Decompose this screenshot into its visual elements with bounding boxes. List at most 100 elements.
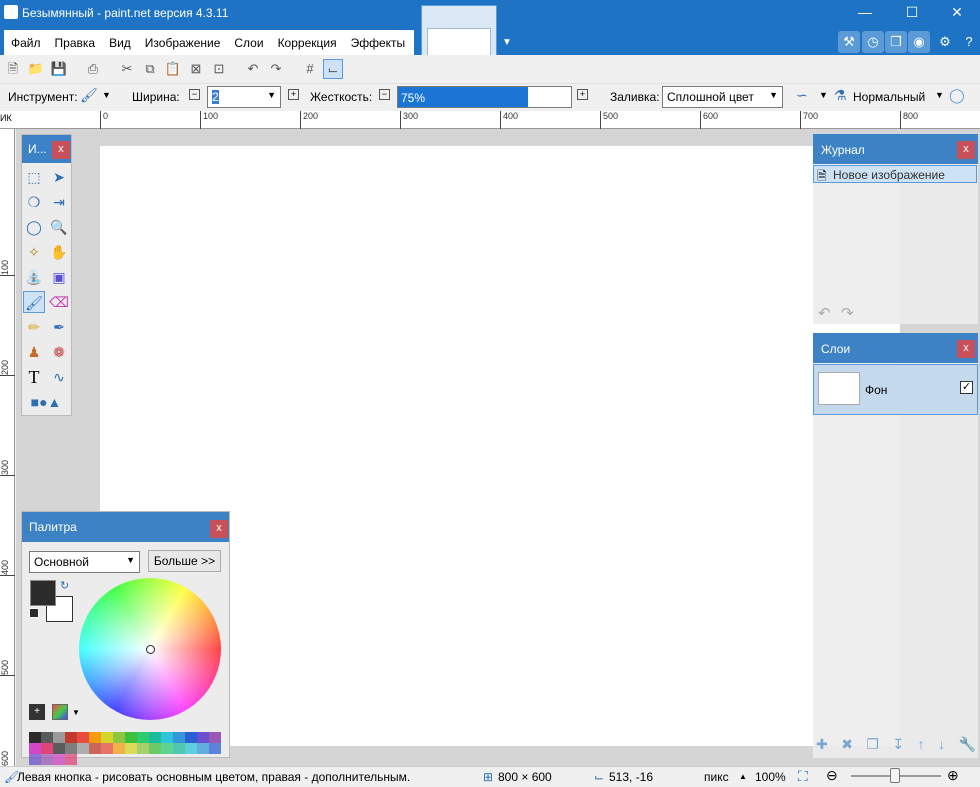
palette-swatch[interactable] — [125, 743, 137, 754]
tools-close-button[interactable]: x — [52, 141, 70, 159]
zoom-out-icon[interactable]: ⊖ — [826, 767, 838, 784]
menu-image[interactable]: Изображение — [138, 36, 228, 50]
menu-adjustments[interactable]: Коррекция — [271, 36, 344, 50]
palette-swatch[interactable] — [197, 743, 209, 754]
reset-colors-icon[interactable] — [29, 608, 39, 618]
palette-swatch[interactable] — [161, 743, 173, 754]
brush-tool-icon[interactable]: 🖌 — [80, 87, 98, 104]
layer-properties-icon[interactable]: 🔧 — [958, 736, 975, 754]
history-item[interactable]: 🗎 Новое изображение — [813, 165, 977, 183]
history-window-icon[interactable]: ◷ — [862, 31, 884, 53]
palette-swatch[interactable] — [209, 743, 221, 754]
antialias-dropdown-icon[interactable]: ▼ — [819, 90, 828, 100]
cut-icon[interactable]: ✂ — [117, 59, 137, 79]
delete-layer-icon[interactable]: ✖ — [841, 736, 853, 754]
palette-swatch[interactable] — [173, 732, 185, 743]
history-close-button[interactable]: x — [957, 141, 975, 159]
palette-swatch[interactable] — [125, 732, 137, 743]
palette-swatch[interactable] — [77, 743, 89, 754]
zoom-level[interactable]: 100% — [755, 770, 786, 784]
ellipse-select-icon[interactable]: ◯ — [23, 216, 45, 238]
palette-swatch[interactable] — [89, 732, 101, 743]
rulers-toggle-icon[interactable]: ⌙ — [323, 59, 343, 79]
add-layer-icon[interactable]: ✚ — [816, 736, 828, 754]
magic-wand-icon[interactable]: ✧ — [23, 241, 45, 263]
units-dropdown-icon[interactable]: ▲ — [739, 772, 747, 781]
width-dropdown-icon[interactable]: ▼ — [267, 90, 276, 100]
palette-close-button[interactable]: x — [210, 520, 228, 538]
recolor-icon[interactable]: ❁ — [48, 341, 70, 363]
layer-visibility-checkbox[interactable]: ✓ — [960, 381, 973, 394]
shapes-icon[interactable]: ■●▲ — [23, 391, 69, 413]
paint-bucket-icon[interactable]: ⛲ — [23, 266, 45, 288]
undo-icon[interactable]: ↶ — [243, 59, 263, 79]
settings-icon[interactable]: ⚙ — [934, 31, 956, 53]
zoom-slider-thumb[interactable] — [890, 768, 900, 783]
palette-swatch[interactable] — [137, 743, 149, 754]
palette-swatch[interactable] — [173, 743, 185, 754]
move-layer-up-icon[interactable]: ↑ — [918, 736, 925, 754]
hardness-increase-button[interactable]: + — [577, 89, 588, 100]
units-select[interactable]: пикс — [704, 770, 729, 784]
blend-dropdown-icon[interactable]: ▼ — [935, 90, 944, 100]
palette-swatch[interactable] — [149, 732, 161, 743]
pan-icon[interactable]: ✋ — [48, 241, 70, 263]
colors-window-icon[interactable]: ◉ — [908, 31, 930, 53]
zoom-to-window-icon[interactable]: ⛶ — [798, 768, 808, 785]
redo-icon[interactable]: ↷ — [266, 59, 286, 79]
tool-dropdown-icon[interactable]: ▼ — [102, 90, 111, 100]
palette-swatch[interactable] — [89, 743, 101, 754]
palette-swatch[interactable] — [53, 743, 65, 754]
palette-swatch[interactable] — [53, 754, 65, 765]
pencil-icon[interactable]: ✏ — [23, 316, 45, 338]
merge-layer-icon[interactable]: ↧ — [892, 736, 904, 754]
palette-swatch[interactable] — [209, 732, 221, 743]
color-picker-icon[interactable]: ✒ — [48, 316, 70, 338]
color-wheel-cursor[interactable] — [146, 645, 155, 654]
palette-swatch[interactable] — [101, 743, 113, 754]
rectangle-select-icon[interactable]: ⬚ — [23, 166, 45, 188]
new-icon[interactable]: 🗎 — [3, 59, 23, 79]
print-icon[interactable]: ⎙ — [83, 59, 103, 79]
lasso-select-icon[interactable]: ❍ — [23, 191, 45, 213]
primary-color-swatch[interactable] — [30, 580, 56, 606]
palette-swatch[interactable] — [185, 743, 197, 754]
paintbrush-icon[interactable]: 🖌 — [23, 291, 45, 313]
text-icon[interactable]: T — [23, 366, 45, 388]
palette-menu-dropdown-icon[interactable]: ▼ — [72, 708, 80, 717]
palette-swatch[interactable] — [29, 743, 41, 754]
zoom-in-icon[interactable]: ⊕ — [947, 767, 959, 784]
move-selected-icon[interactable]: ➤ — [48, 166, 70, 188]
menu-file[interactable]: Файл — [4, 36, 48, 50]
menu-effects[interactable]: Эффекты — [344, 36, 413, 50]
color-wheel[interactable] — [79, 578, 221, 720]
palette-swatch[interactable] — [101, 732, 113, 743]
layers-window-icon[interactable]: ❐ — [885, 31, 907, 53]
palette-swatch[interactable] — [77, 732, 89, 743]
palette-swatch[interactable] — [149, 743, 161, 754]
tools-window-icon[interactable]: ⚒ — [838, 31, 860, 53]
zoom-icon[interactable]: 🔍 — [48, 216, 70, 238]
width-input[interactable]: 2 ▼ — [207, 86, 281, 108]
blend-mode-select[interactable]: Нормальный — [853, 90, 925, 104]
palette-menu-icon[interactable] — [52, 704, 68, 720]
selection-mode-icon[interactable]: ◯ — [949, 87, 965, 104]
palette-swatch[interactable] — [197, 732, 209, 743]
open-icon[interactable]: 📁 — [26, 59, 46, 79]
close-button[interactable]: ✕ — [934, 0, 980, 26]
copy-icon[interactable]: ⧉ — [140, 59, 160, 79]
history-undo-icon[interactable]: ↶ — [818, 304, 831, 322]
fill-select[interactable]: Сплошной цвет ▼ — [662, 86, 783, 108]
duplicate-layer-icon[interactable]: ❐ — [866, 736, 879, 754]
menu-layers[interactable]: Слои — [227, 36, 270, 50]
hardness-slider[interactable]: 75% — [397, 86, 572, 108]
palette-swatch[interactable] — [185, 732, 197, 743]
palette-swatch[interactable] — [65, 732, 77, 743]
move-selection-icon[interactable]: ⇥ — [48, 191, 70, 213]
tab-dropdown-icon[interactable]: ▼ — [502, 37, 512, 48]
palette-swatch[interactable] — [41, 754, 53, 765]
help-icon[interactable]: ? — [958, 31, 980, 53]
save-icon[interactable]: 💾 — [49, 59, 69, 79]
gradient-icon[interactable]: ▣ — [48, 266, 70, 288]
antialias-icon[interactable]: ∽ — [796, 87, 808, 104]
